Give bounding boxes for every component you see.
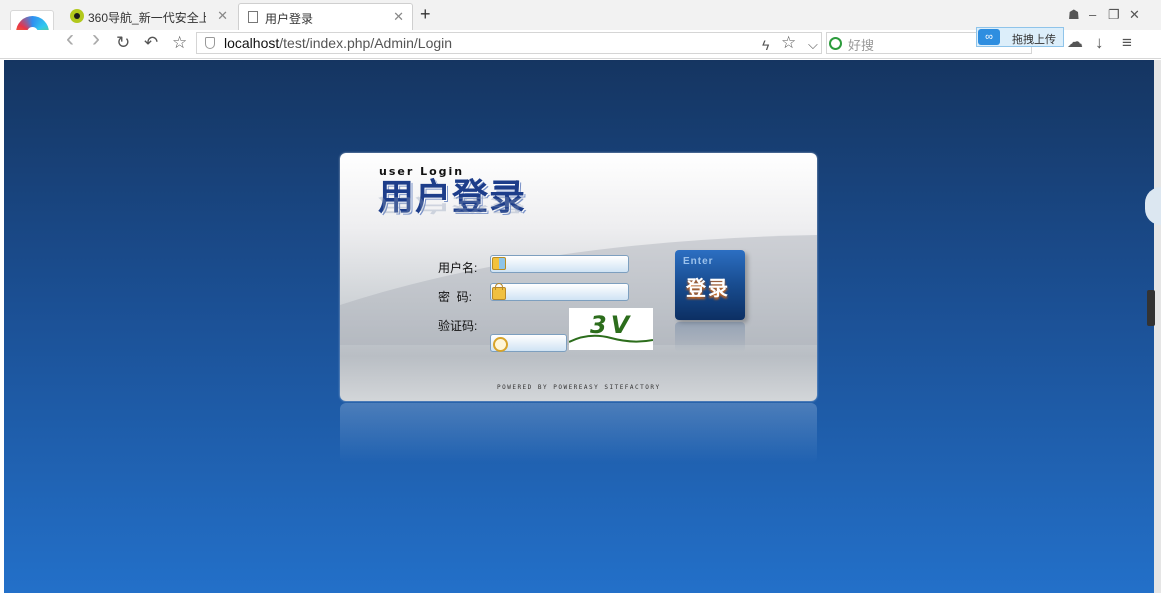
search-placeholder: 好搜: [848, 38, 875, 53]
url-text[interactable]: localhost/test/index.php/Admin/Login: [224, 35, 452, 51]
back-button[interactable]: ‹: [66, 27, 74, 51]
favorite-button[interactable]: ☆: [172, 33, 187, 53]
lightning-icon[interactable]: ϟ: [762, 35, 769, 55]
upload-label: 拖拽上传: [1012, 34, 1056, 46]
close-window-button[interactable]: ✕: [1129, 7, 1140, 23]
captcha-label: 验证码:: [438, 319, 478, 333]
clock-icon: [493, 337, 508, 352]
page-icon: [248, 11, 258, 23]
shield-icon: [205, 37, 215, 49]
lock-icon: [492, 283, 506, 300]
minimize-button[interactable]: –: [1089, 7, 1096, 22]
username-label: 用户名:: [438, 261, 478, 275]
refresh-button[interactable]: ↻: [116, 33, 130, 53]
cloud-upload-icon: ∞: [978, 29, 1000, 45]
enter-caption: Enter: [683, 256, 714, 267]
undo-close-button[interactable]: ↶: [144, 33, 158, 53]
search-icon: [829, 37, 842, 50]
restore-button[interactable]: ❐: [1108, 7, 1120, 23]
powered-by-text: POWERED BY POWEREASY SITEFACTORY: [497, 384, 661, 391]
tab-label: 360导航_新一代安全上网导航: [88, 11, 206, 25]
tab-360-nav[interactable]: 360导航_新一代安全上网导航 ✕: [62, 3, 236, 30]
tab-label: 用户登录: [265, 12, 314, 26]
search-engine-dropdown-icon[interactable]: ⌵: [808, 35, 818, 55]
bookmark-star-icon[interactable]: ☆: [781, 33, 796, 53]
side-grip[interactable]: [1147, 290, 1155, 326]
skin-icon[interactable]: ☗: [1068, 7, 1080, 23]
new-tab-button[interactable]: +: [420, 4, 431, 25]
favicon-360-icon: [70, 9, 84, 23]
password-label: 密 码:: [438, 290, 473, 304]
user-icon: [492, 257, 506, 270]
login-title-reflection: 用户登录: [378, 194, 527, 215]
close-tab-icon[interactable]: ✕: [217, 8, 228, 24]
captcha-noise-line: [569, 334, 653, 343]
scrollbar[interactable]: [1154, 60, 1161, 593]
login-button-reflection: [675, 322, 745, 352]
forward-button[interactable]: ›: [92, 27, 100, 51]
username-input[interactable]: [490, 255, 629, 273]
tab-user-login[interactable]: 用户登录 ✕: [238, 3, 413, 30]
password-input[interactable]: [490, 283, 629, 301]
close-tab-icon[interactable]: ✕: [393, 9, 404, 25]
download-icon[interactable]: ↓: [1095, 33, 1104, 53]
login-button-label: 登录: [686, 276, 730, 300]
panel-reflection: [340, 403, 817, 463]
cloud-icon[interactable]: ☁: [1067, 33, 1083, 53]
menu-icon[interactable]: ≡: [1122, 33, 1132, 53]
